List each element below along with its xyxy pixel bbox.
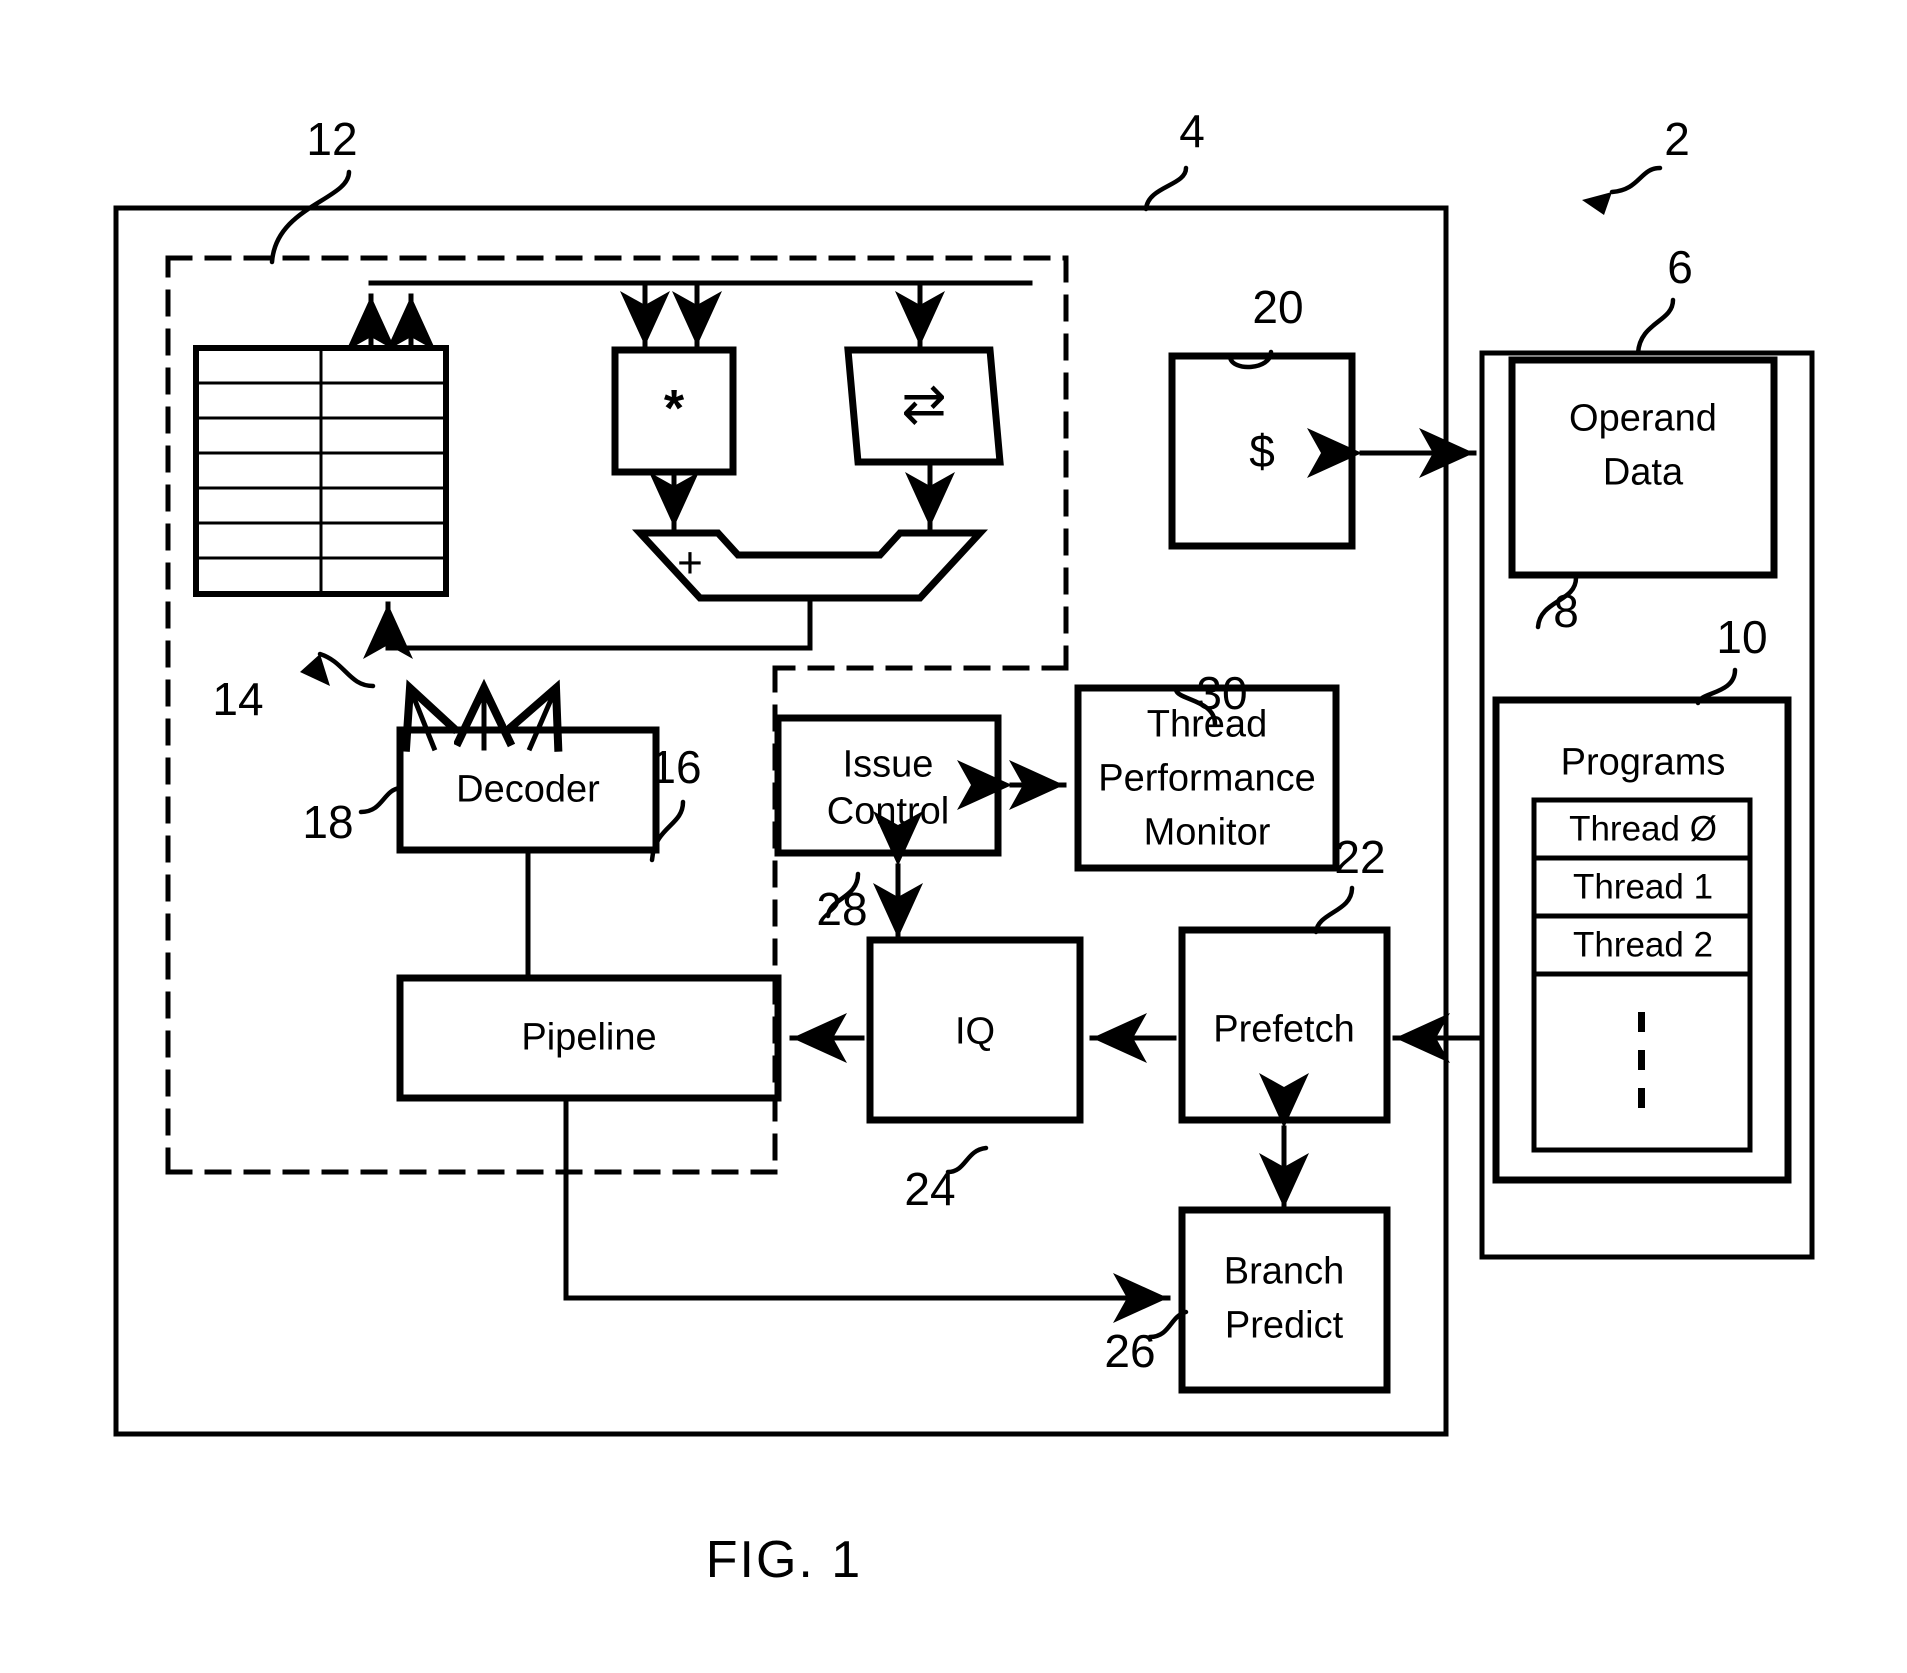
thread-row-1: Thread 1 — [1572, 867, 1714, 907]
tpm-line1: Thread — [1146, 703, 1268, 746]
branch-predict-line2: Predict — [1224, 1304, 1344, 1347]
multiplier-symbol: * — [663, 379, 685, 438]
leader-4 — [1143, 165, 1189, 212]
ref-numeral-12: 12 — [306, 113, 358, 166]
leader-2 — [1609, 165, 1663, 195]
ref-numeral-26: 26 — [1104, 1325, 1156, 1378]
issue-control-line1: Issue — [842, 743, 934, 786]
issue-control-line2: Control — [826, 790, 950, 833]
ref-numeral-20: 20 — [1252, 281, 1304, 334]
leader-18 — [358, 785, 403, 815]
decoder-out-arrow-1 — [410, 688, 434, 748]
cache-symbol: $ — [1249, 425, 1275, 478]
leader-6 — [1635, 297, 1676, 356]
tpm-line3: Monitor — [1143, 811, 1271, 854]
instruction-queue-label: IQ — [954, 1010, 996, 1053]
ref-numeral-24: 24 — [904, 1163, 956, 1216]
programs-ellipsis-dots — [1638, 1012, 1645, 1108]
ref-numeral-2: 2 — [1664, 113, 1690, 166]
decoder-out-arrow-3 — [530, 688, 556, 748]
leader-22 — [1313, 885, 1355, 935]
tpm-line2: Performance — [1098, 757, 1316, 800]
ref-numeral-22: 22 — [1334, 831, 1386, 884]
prefetch-label: Prefetch — [1213, 1008, 1355, 1051]
figure-canvas: 12 4 2 20 6 8 10 30 22 14 18 16 28 24 26… — [0, 0, 1907, 1673]
leader-12 — [269, 169, 352, 265]
thread-row-2: Thread 2 — [1572, 925, 1714, 965]
operand-data-line2: Data — [1602, 451, 1684, 494]
branch-predict-line1: Branch — [1223, 1250, 1345, 1293]
ref-numeral-28: 28 — [816, 883, 868, 936]
operand-data-line1: Operand — [1569, 397, 1717, 440]
ref-numeral-10: 10 — [1716, 611, 1768, 664]
leader-14-arrowhead — [300, 654, 330, 686]
ref-numeral-8: 8 — [1553, 585, 1579, 638]
ref-numeral-18: 18 — [302, 796, 354, 849]
decoder-label: Decoder — [456, 768, 600, 811]
programs-heading: Programs — [1560, 741, 1726, 784]
branch-predict-box — [1178, 1206, 1391, 1394]
thread-row-0: Thread Ø — [1569, 809, 1717, 849]
leader-2-arrowhead — [1582, 192, 1612, 215]
ref-numeral-16: 16 — [650, 741, 702, 794]
adder-symbol: + — [677, 538, 703, 588]
figure-caption: FIG. 1 — [705, 1530, 863, 1589]
ref-numeral-6: 6 — [1667, 241, 1693, 294]
ref-numeral-14: 14 — [212, 673, 264, 726]
ref-numeral-4: 4 — [1179, 105, 1205, 158]
pipeline-label: Pipeline — [521, 1016, 657, 1059]
shifter-symbol: ⇄ — [901, 373, 947, 434]
